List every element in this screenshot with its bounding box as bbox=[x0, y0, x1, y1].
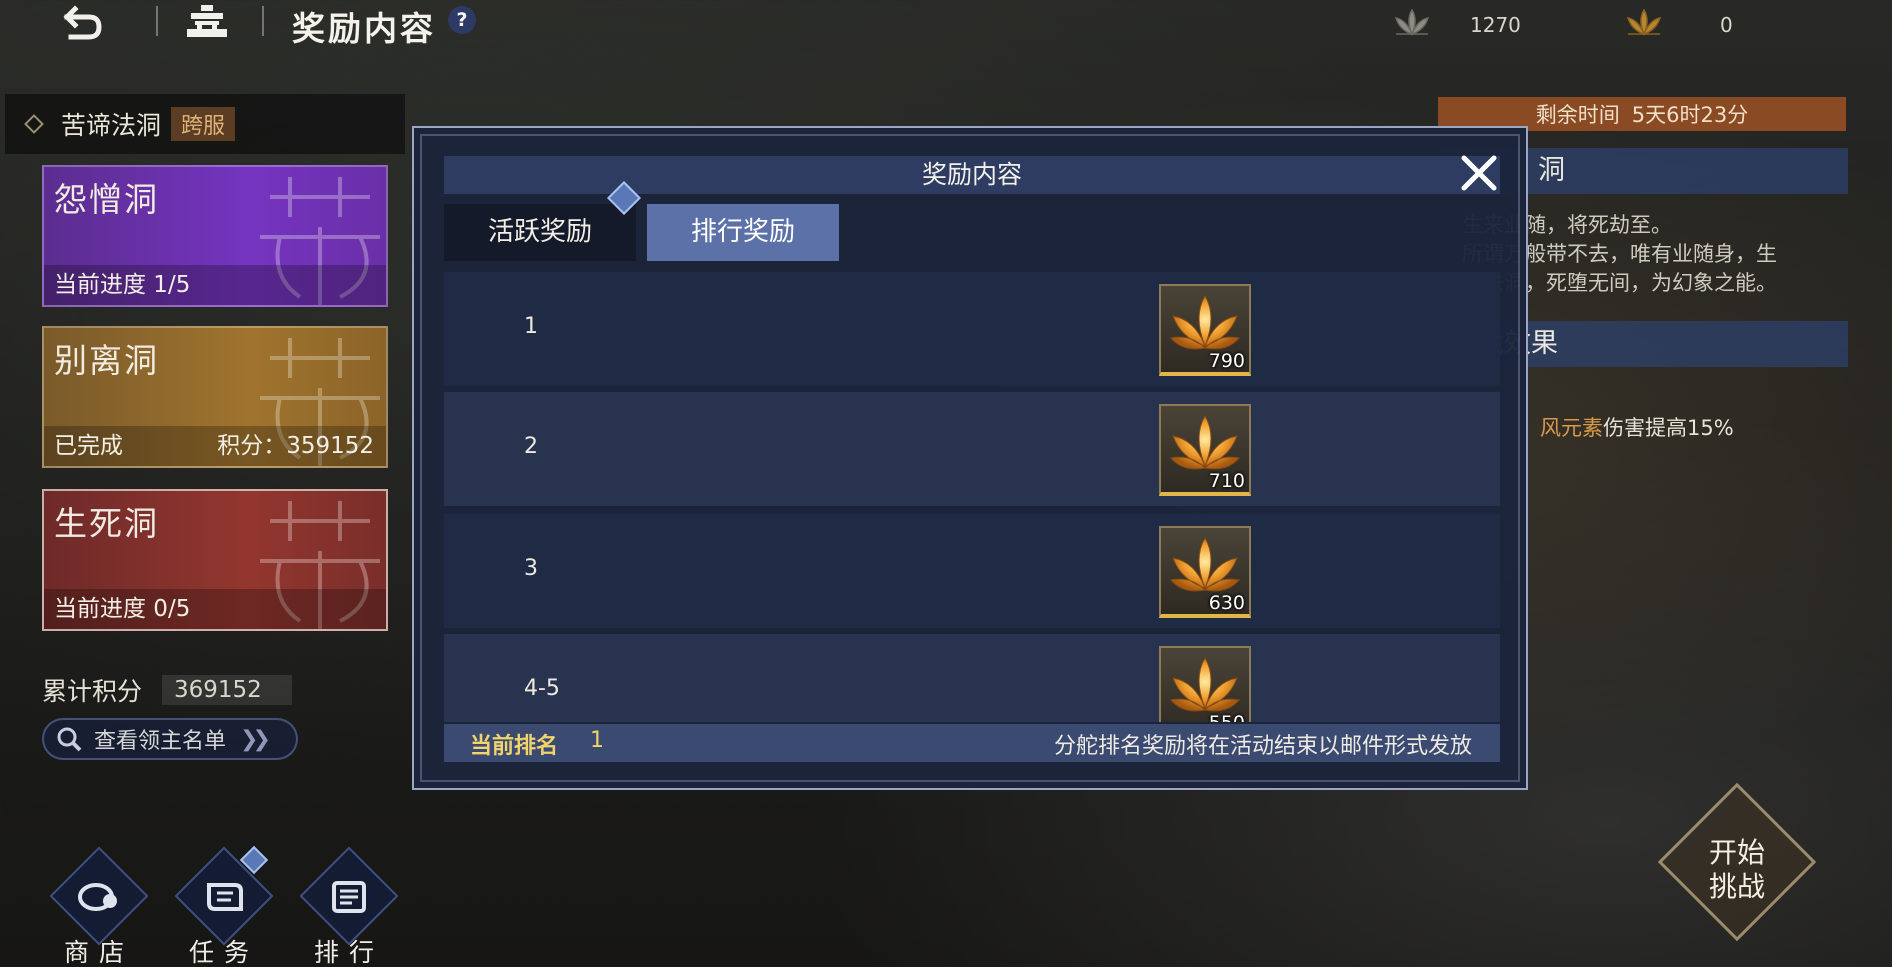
reward-quantity: 790 bbox=[1208, 350, 1245, 372]
nav-ranking[interactable]: 排行 bbox=[290, 846, 400, 967]
realm-name: 苦谛法洞 bbox=[61, 111, 162, 140]
start-challenge-label: 开始 挑战 bbox=[1696, 836, 1778, 904]
currency-silver-lotus: 1270 bbox=[1392, 6, 1521, 44]
nav-label: 商店 bbox=[63, 938, 134, 967]
double-chevron-icon: ❯❯ bbox=[240, 726, 271, 752]
ranking-icon bbox=[323, 877, 375, 917]
nav-label: 任务 bbox=[188, 938, 259, 967]
reward-item[interactable]: 630 bbox=[1159, 526, 1251, 618]
home-button[interactable] bbox=[183, 2, 231, 44]
close-icon bbox=[1461, 155, 1497, 191]
shop-icon bbox=[73, 877, 125, 917]
cave-progress: 当前进度 0/5 bbox=[54, 596, 191, 622]
total-score-row: 累计积分 369152 bbox=[42, 672, 293, 708]
reward-list[interactable]: 1 790 2 710 3 630 4-5 bbox=[444, 272, 1500, 722]
effect-element: 风元素 bbox=[1540, 416, 1603, 440]
cave-card-shengsi[interactable]: 生死洞 当前进度 0/5 bbox=[42, 489, 388, 631]
rank-label: 3 bbox=[524, 556, 538, 581]
cave-name: 别离洞 bbox=[54, 341, 159, 380]
effect-description: 伤害提高15% bbox=[1603, 416, 1734, 440]
scroll-icon bbox=[198, 877, 250, 917]
cave-progress: 当前进度 1/5 bbox=[54, 272, 191, 298]
remaining-time-value: 5天6时23分 bbox=[1631, 103, 1749, 127]
total-score-label: 累计积分 bbox=[42, 677, 143, 706]
environment-effect-text: 风元素伤害提高15% bbox=[1540, 412, 1734, 442]
cave-name: 生死洞 bbox=[54, 504, 159, 543]
currency-value: 1270 bbox=[1470, 13, 1521, 37]
list-item: 2 710 bbox=[444, 392, 1500, 506]
cave-card-bieli[interactable]: 别离洞 已完成 积分：359152 bbox=[42, 326, 388, 468]
cave-name: 怨憎洞 bbox=[54, 180, 159, 219]
close-button[interactable] bbox=[1456, 150, 1502, 196]
reward-delivery-note: 分舵排名奖励将在活动结束以邮件形式发放 bbox=[1053, 734, 1472, 759]
currency-gold-lotus: 0 bbox=[1624, 6, 1733, 44]
view-lord-list-button[interactable]: 查看领主名单 ❯❯ bbox=[42, 718, 298, 760]
start-label-line: 开始 bbox=[1708, 836, 1765, 869]
tab-activity-rewards[interactable]: 活跃奖励 bbox=[444, 204, 636, 261]
cave-status: 已完成 bbox=[54, 433, 123, 459]
page-title: 奖励内容 bbox=[292, 9, 436, 48]
start-label-line: 挑战 bbox=[1708, 870, 1765, 903]
modal-title: 奖励内容 bbox=[444, 156, 1500, 194]
reward-item[interactable]: 710 bbox=[1159, 404, 1251, 496]
back-button[interactable] bbox=[58, 2, 106, 44]
rank-label: 2 bbox=[524, 434, 538, 459]
lotus-silver-icon bbox=[1394, 8, 1430, 36]
divider bbox=[156, 6, 158, 36]
reward-modal: 奖励内容 活跃奖励 排行奖励 1 790 2 710 3 630 4-5 当前排… bbox=[412, 126, 1528, 790]
view-lord-list-label: 查看领主名单 bbox=[94, 729, 227, 754]
rank-label: 4-5 bbox=[524, 676, 560, 701]
cave-score: 积分：359152 bbox=[217, 433, 374, 459]
nav-tasks[interactable]: 任务 bbox=[165, 846, 275, 967]
list-item: 1 790 bbox=[444, 272, 1500, 386]
golden-lotus-icon bbox=[1170, 657, 1240, 712]
divider bbox=[262, 6, 264, 36]
list-item: 3 630 bbox=[444, 514, 1500, 628]
reward-quantity: 630 bbox=[1208, 592, 1245, 614]
top-bar: 奖励内容 ? 1270 0 bbox=[0, 0, 1892, 48]
back-arrow-icon bbox=[63, 5, 102, 40]
current-rank-value: 1 bbox=[590, 728, 604, 753]
cave-card-yuanzeng[interactable]: 怨憎洞 当前进度 1/5 bbox=[42, 165, 388, 307]
list-item: 4-5 550 bbox=[444, 634, 1500, 722]
cross-server-badge: 跨服 bbox=[171, 107, 236, 141]
reward-quantity: 550 bbox=[1209, 712, 1245, 722]
search-icon bbox=[57, 727, 82, 752]
diamond-icon bbox=[24, 114, 44, 134]
help-icon[interactable]: ? bbox=[448, 6, 476, 34]
currency-value: 0 bbox=[1720, 13, 1733, 37]
home-icon bbox=[187, 5, 227, 37]
current-rank-label: 当前排名 bbox=[470, 734, 559, 759]
tab-ranking-rewards[interactable]: 排行奖励 bbox=[647, 204, 839, 261]
remaining-time-label: 剩余时间 bbox=[1535, 103, 1620, 127]
nav-shop[interactable]: 商店 bbox=[40, 846, 150, 967]
nav-label: 排行 bbox=[313, 938, 384, 967]
reward-item[interactable]: 790 bbox=[1159, 284, 1251, 376]
reward-quantity: 710 bbox=[1208, 470, 1245, 492]
realm-header: 苦谛法洞 跨服 bbox=[5, 94, 405, 154]
rank-label: 1 bbox=[524, 314, 538, 339]
lotus-gold-icon bbox=[1626, 8, 1662, 36]
reward-item[interactable]: 550 bbox=[1159, 646, 1251, 722]
total-score-value: 369152 bbox=[162, 675, 293, 705]
modal-footer: 当前排名 1 分舵排名奖励将在活动结束以邮件形式发放 bbox=[444, 724, 1500, 762]
